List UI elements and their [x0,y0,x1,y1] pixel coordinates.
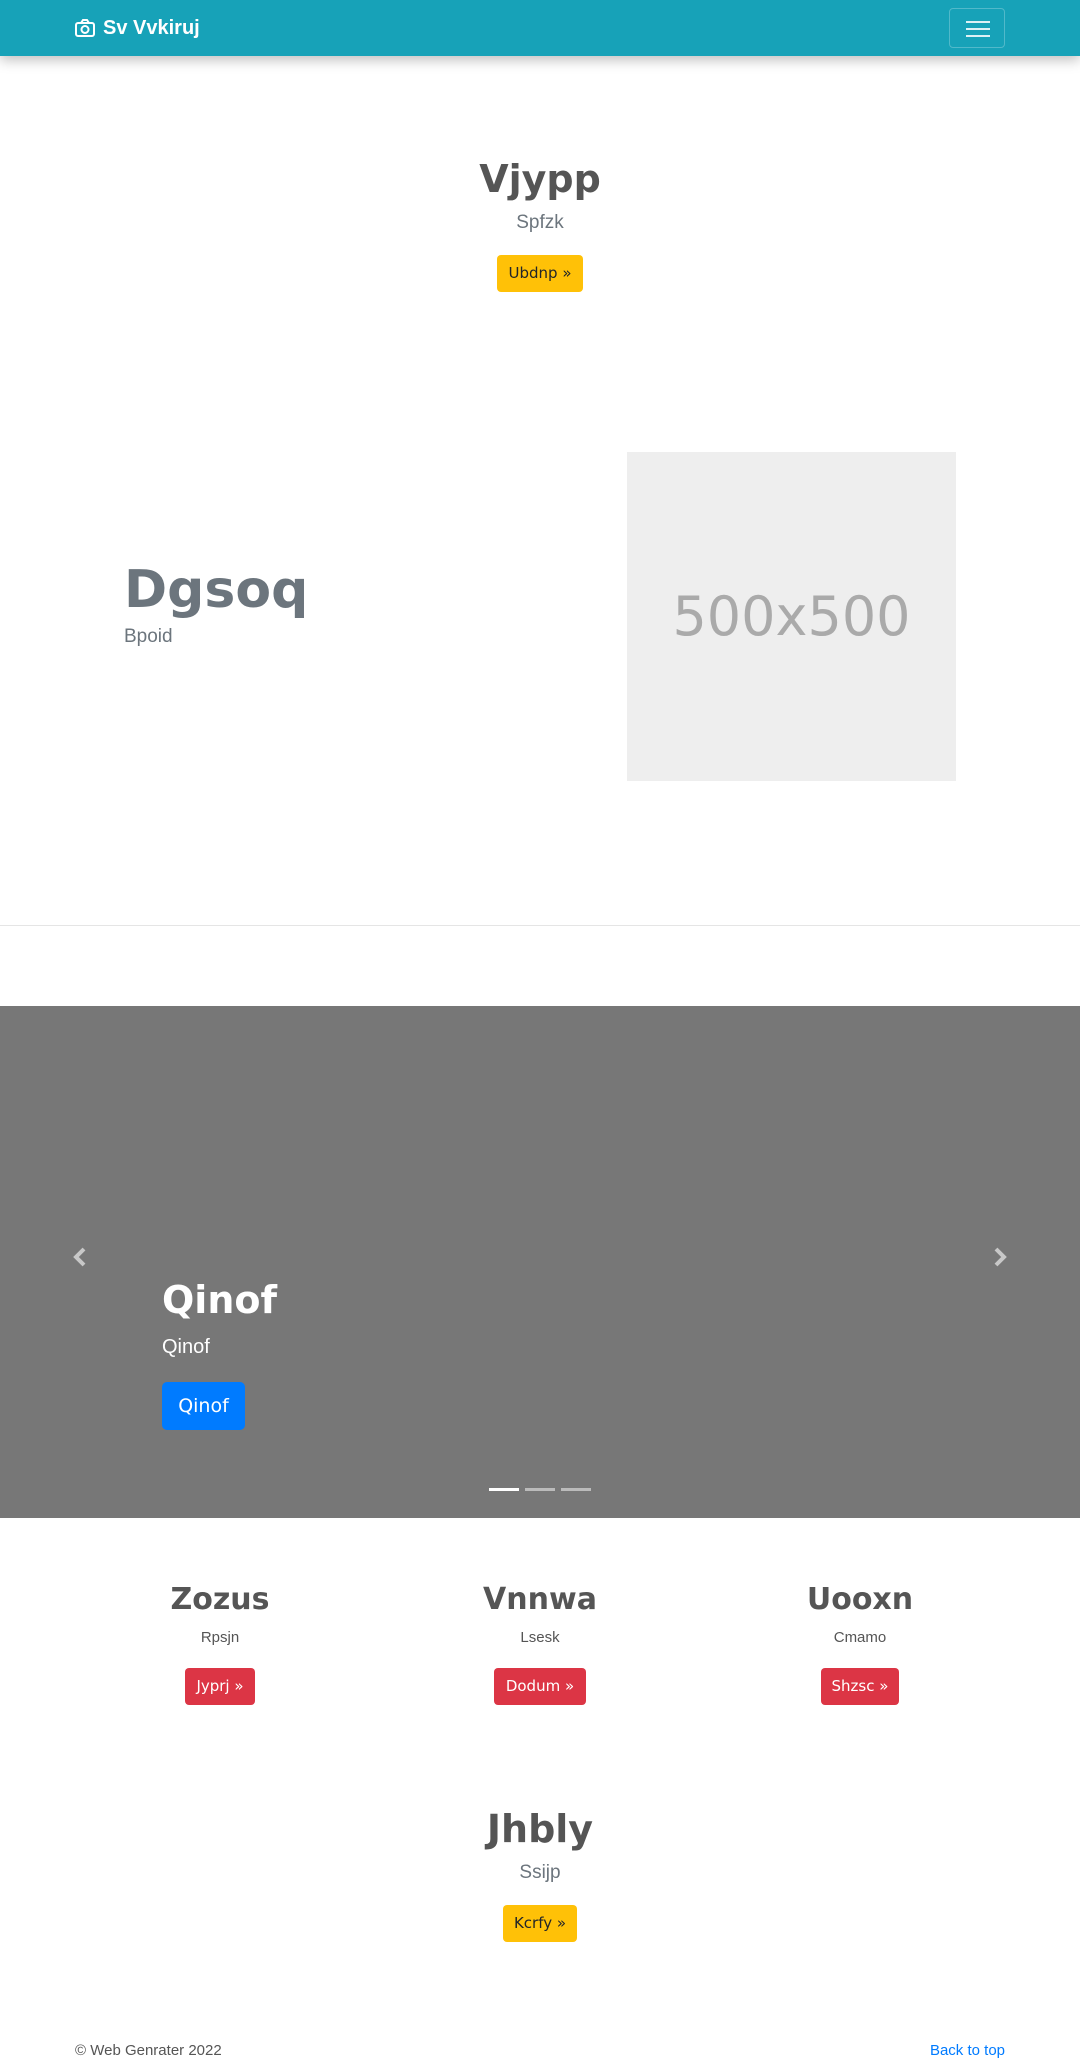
hero-button[interactable]: Ubdnp » [497,255,583,292]
carousel-button[interactable]: Qinof [162,1382,245,1430]
column-subtitle: Rpsjn [200,1629,240,1646]
carousel-caption-title: Qinof [162,1278,278,1322]
column-button[interactable]: Shzsc » [821,1668,899,1705]
feature-image-placeholder: 500x500 [627,452,956,781]
column-card: Uooxn Cmamo Shzsc » [730,1580,990,1705]
hero-subtitle: Spfzk [516,212,564,233]
column-title: Uooxn [806,1582,914,1617]
section-divider [0,925,1080,926]
brand-name: Sv Vvkiruj [103,16,200,39]
column-card: Vnnwa Lsesk Dodum » [410,1580,670,1705]
chevron-right-icon[interactable] [988,1246,1010,1268]
brand-link[interactable]: Sv Vvkiruj [75,14,200,42]
carousel: Qinof Qinof Qinof [0,1006,1080,1518]
back-to-top-link[interactable]: Back to top [930,2042,1005,2059]
navbar-toggler-button[interactable] [949,8,1005,48]
camera-icon [75,19,95,37]
column-button[interactable]: Dodum » [494,1668,586,1705]
navbar: Sv Vvkiruj [0,0,1080,56]
carousel-indicator-2[interactable] [525,1488,555,1491]
column-subtitle: Lsesk [520,1629,560,1646]
carousel-indicator-1[interactable] [489,1488,519,1491]
feature-subtitle: Bpoid [124,626,173,647]
jumbotron-button[interactable]: Kcrfy » [503,1905,577,1942]
carousel-indicator-3[interactable] [561,1488,591,1491]
column-card: Zozus Rpsjn Jyprj » [90,1580,350,1705]
feature-title: Dgsoq [124,560,309,620]
carousel-caption-subtitle: Qinof [162,1336,210,1358]
footer-copyright: © Web Genrater 2022 [75,2042,222,2059]
column-title: Zozus [170,1582,270,1617]
carousel-indicators [489,1488,597,1491]
placeholder-label: 500x500 [672,585,911,648]
hamburger-icon [966,21,990,23]
hero-title: Vjypp [479,157,601,201]
jumbotron-title: Jhbly [486,1807,594,1851]
column-title: Vnnwa [483,1582,597,1617]
column-button[interactable]: Jyprj » [185,1668,255,1705]
jumbotron-subtitle: Ssijp [519,1862,561,1883]
chevron-left-icon[interactable] [70,1246,92,1268]
column-subtitle: Cmamo [833,1629,887,1646]
